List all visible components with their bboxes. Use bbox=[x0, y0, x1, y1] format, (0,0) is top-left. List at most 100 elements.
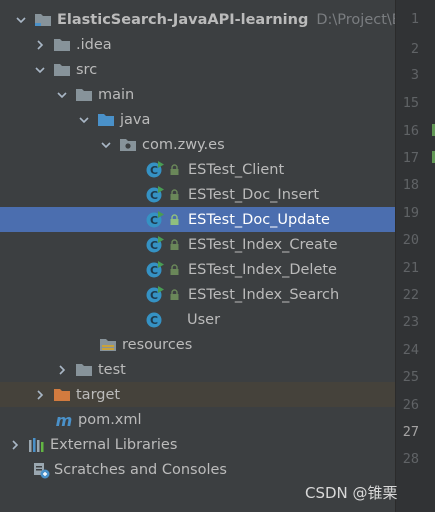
tree-row-target[interactable]: target bbox=[0, 382, 395, 407]
line-number: 19 bbox=[402, 205, 419, 221]
watermark-text: CSDN @锥栗 bbox=[305, 484, 398, 502]
folder-label-main: main bbox=[98, 86, 135, 103]
access-lock-icon bbox=[169, 236, 180, 254]
tree-row-idea[interactable]: .idea bbox=[0, 32, 395, 57]
svg-text:C: C bbox=[150, 189, 158, 202]
access-lock-icon bbox=[169, 161, 180, 179]
line-number: 23 bbox=[402, 314, 419, 330]
editor-gutter: 1 2 3 15 16 17 18 19 20 21 22 23 24 25 2… bbox=[395, 0, 435, 512]
runnable-class-icon: C bbox=[146, 185, 164, 204]
folder-label-test: test bbox=[98, 361, 126, 378]
folder-label-target: target bbox=[76, 386, 121, 403]
line-number: 3 bbox=[410, 67, 419, 83]
chevron-down-icon[interactable] bbox=[99, 138, 113, 152]
scratches-icon bbox=[32, 461, 50, 479]
class-icon: C bbox=[146, 311, 164, 329]
access-lock-icon bbox=[169, 211, 180, 229]
line-number: 26 bbox=[402, 397, 419, 413]
class-label: ESTest_Index_Create bbox=[188, 236, 338, 253]
svg-text:C: C bbox=[150, 314, 158, 327]
folder-icon bbox=[75, 361, 93, 379]
access-lock-icon bbox=[169, 186, 180, 204]
folder-label-src: src bbox=[76, 61, 98, 78]
tree-row-package[interactable]: com.zwy.es bbox=[0, 132, 395, 157]
line-number: 16 bbox=[402, 123, 419, 139]
line-number: 24 bbox=[402, 342, 419, 358]
line-number: 28 bbox=[402, 451, 419, 467]
maven-icon: m bbox=[55, 411, 73, 429]
chevron-down-icon[interactable] bbox=[77, 113, 91, 127]
line-number: 21 bbox=[402, 260, 419, 276]
excluded-folder-icon bbox=[53, 386, 71, 404]
tree-row-external-libraries[interactable]: External Libraries bbox=[0, 432, 395, 457]
line-number-current: 27 bbox=[402, 424, 419, 440]
access-lock-icon bbox=[169, 261, 180, 279]
svg-text:C: C bbox=[150, 239, 158, 252]
folder-label-java: java bbox=[120, 111, 151, 128]
package-icon bbox=[119, 136, 137, 154]
project-tree: ElasticSearch-JavaAPI-learning D:\Projec… bbox=[0, 0, 414, 512]
line-number: 15 bbox=[402, 95, 419, 111]
class-label: ESTest_Client bbox=[188, 161, 285, 178]
tree-row-main[interactable]: main bbox=[0, 82, 395, 107]
package-label: com.zwy.es bbox=[142, 136, 225, 153]
line-number: 20 bbox=[402, 232, 419, 248]
runnable-class-icon: C bbox=[146, 260, 164, 279]
class-label: ESTest_Index_Search bbox=[188, 286, 340, 303]
svg-text:m: m bbox=[56, 412, 73, 428]
class-label: ESTest_Doc_Update bbox=[188, 211, 330, 228]
folder-label-idea: .idea bbox=[76, 36, 112, 53]
project-name: ElasticSearch-JavaAPI-learning bbox=[57, 11, 309, 28]
tree-row-class[interactable]: C ESTest_Doc_Insert bbox=[0, 182, 395, 207]
chevron-down-icon[interactable] bbox=[33, 63, 47, 77]
scratches-label: Scratches and Consoles bbox=[54, 461, 227, 478]
folder-icon bbox=[53, 36, 71, 54]
class-label: ESTest_Index_Delete bbox=[188, 261, 337, 278]
tree-row-class[interactable]: C ESTest_Client bbox=[0, 157, 395, 182]
runnable-class-icon: C bbox=[146, 210, 164, 229]
tree-row-class[interactable]: C User bbox=[0, 307, 395, 332]
source-folder-icon bbox=[97, 111, 115, 129]
chevron-right-icon[interactable] bbox=[55, 363, 69, 377]
external-libraries-label: External Libraries bbox=[50, 436, 178, 453]
tree-row-pom[interactable]: m pom.xml bbox=[0, 407, 395, 432]
chevron-right-icon[interactable] bbox=[8, 438, 22, 452]
project-folder-icon bbox=[34, 11, 52, 29]
file-label-pom: pom.xml bbox=[78, 411, 142, 428]
chevron-down-icon[interactable] bbox=[55, 88, 69, 102]
runnable-class-icon: C bbox=[146, 160, 164, 179]
tree-row-class-selected[interactable]: C ESTest_Doc_Update bbox=[0, 207, 395, 232]
tree-row-project-root[interactable]: ElasticSearch-JavaAPI-learning D:\Projec… bbox=[0, 7, 414, 32]
line-number: 22 bbox=[402, 287, 419, 303]
runnable-class-icon: C bbox=[146, 235, 164, 254]
line-number: 17 bbox=[402, 150, 419, 166]
svg-text:C: C bbox=[150, 164, 158, 177]
tree-row-class[interactable]: C ESTest_Index_Search bbox=[0, 282, 395, 307]
tree-row-scratches[interactable]: Scratches and Consoles bbox=[0, 457, 395, 482]
chevron-right-icon[interactable] bbox=[33, 38, 47, 52]
chevron-down-icon[interactable] bbox=[14, 13, 28, 27]
resources-folder-icon bbox=[99, 336, 117, 354]
chevron-right-icon[interactable] bbox=[33, 388, 47, 402]
class-label: ESTest_Doc_Insert bbox=[188, 186, 320, 203]
access-lock-icon bbox=[169, 286, 180, 304]
libraries-icon bbox=[28, 436, 46, 454]
tree-row-java[interactable]: java bbox=[0, 107, 395, 132]
tree-row-test[interactable]: test bbox=[0, 357, 395, 382]
tree-row-resources[interactable]: resources bbox=[0, 332, 395, 357]
svg-text:C: C bbox=[150, 264, 158, 277]
svg-text:C: C bbox=[150, 289, 158, 302]
line-number: 2 bbox=[410, 41, 419, 57]
tree-row-class[interactable]: C ESTest_Index_Create bbox=[0, 232, 395, 257]
folder-icon bbox=[75, 86, 93, 104]
folder-label-resources: resources bbox=[122, 336, 193, 353]
class-label: User bbox=[187, 311, 221, 328]
folder-icon bbox=[53, 61, 71, 79]
svg-text:C: C bbox=[150, 214, 158, 227]
line-number: 18 bbox=[402, 177, 419, 193]
runnable-class-icon: C bbox=[146, 285, 164, 304]
tree-row-class[interactable]: C ESTest_Index_Delete bbox=[0, 257, 395, 282]
line-number: 25 bbox=[402, 369, 419, 385]
tree-row-src[interactable]: src bbox=[0, 57, 395, 82]
line-number: 1 bbox=[410, 11, 419, 27]
